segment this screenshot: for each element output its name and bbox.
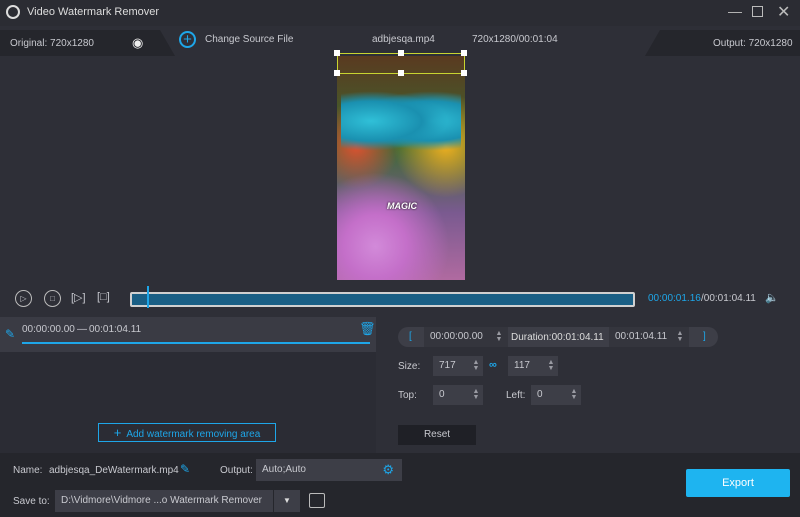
save-path-value: D:\Vidmore\Vidmore ...o Watermark Remove…	[61, 495, 262, 506]
output-resolution: Output: 720x1280	[713, 38, 793, 49]
left-stepper[interactable]: ▲ ▼	[569, 388, 579, 401]
segment-item[interactable]: ✎ 00:00:00.00 — 00:01:04.11 🗑	[0, 317, 376, 352]
left-label: Left:	[506, 390, 526, 401]
reset-button[interactable]: Reset	[398, 425, 476, 445]
add-source-icon[interactable]: +	[179, 31, 196, 48]
source-filename: adbjesqa.mp4	[372, 34, 435, 45]
delete-segment-icon[interactable]: 🗑	[359, 321, 376, 337]
start-time-stepper[interactable]: ▲ ▼	[494, 330, 504, 343]
source-meta: 720x1280/00:01:04	[472, 34, 558, 45]
hide-preview-eye-icon[interactable]: ◉	[132, 35, 143, 51]
volume-icon[interactable]: 🔈	[765, 291, 779, 304]
resize-handle[interactable]	[461, 50, 467, 56]
start-time-value: 00:00:00.00	[430, 331, 483, 342]
resize-handle[interactable]	[334, 50, 340, 56]
start-time-field[interactable]: 00:00:00.00 ▲ ▼	[424, 327, 508, 347]
save-to-label: Save to:	[13, 496, 50, 507]
name-label: Name:	[13, 465, 43, 476]
settings-gear-icon[interactable]: ⚙	[382, 459, 394, 481]
segment-sep: —	[77, 324, 87, 335]
height-field[interactable]: 117 ▲ ▼	[508, 356, 558, 376]
left-value: 0	[537, 389, 543, 400]
change-source-file-button[interactable]: Change Source File	[205, 34, 293, 45]
resize-handle[interactable]	[398, 70, 404, 76]
current-time: 00:00:01.16	[648, 293, 701, 304]
export-button[interactable]: Export	[686, 469, 790, 497]
height-stepper[interactable]: ▲ ▼	[546, 359, 556, 372]
left-field[interactable]: 0 ▲ ▼	[531, 385, 581, 405]
add-watermark-area-button[interactable]: + Add watermark removing area	[98, 423, 276, 442]
width-stepper[interactable]: ▲ ▼	[471, 359, 481, 372]
link-ratio-icon[interactable]: ∞	[489, 359, 497, 371]
output-format-value: Auto;Auto	[262, 464, 306, 475]
video-overlay-text: MAGIC	[387, 201, 417, 211]
duration-text: Duration:00:01:04.11	[511, 332, 604, 343]
height-value: 117	[514, 360, 530, 371]
set-end-button[interactable]: ]	[703, 331, 706, 342]
save-path-field[interactable]: D:\Vidmore\Vidmore ...o Watermark Remove…	[55, 490, 273, 512]
resize-handle[interactable]	[461, 70, 467, 76]
save-path-dropdown-button[interactable]: ▼	[274, 490, 300, 512]
snapshot-button[interactable]: [□]	[97, 291, 110, 303]
top-stepper[interactable]: ▲ ▼	[471, 388, 481, 401]
end-time-field[interactable]: 00:01:04.11 ▲ ▼	[609, 327, 689, 347]
set-start-button[interactable]: [	[409, 331, 412, 342]
edit-name-icon[interactable]: ✎	[180, 462, 190, 476]
end-time-stepper[interactable]: ▲ ▼	[675, 330, 685, 343]
maximize-button[interactable]	[752, 6, 763, 17]
segment-bar	[22, 342, 370, 344]
video-preview: MAGIC	[337, 56, 465, 280]
playhead[interactable]	[147, 286, 150, 308]
top-label: Top:	[398, 390, 417, 401]
plus-icon: +	[113, 425, 122, 440]
top-field[interactable]: 0 ▲ ▼	[433, 385, 483, 405]
total-time: /00:01:04.11	[701, 293, 756, 304]
app-logo-icon	[6, 5, 20, 19]
close-button[interactable]: ✕	[777, 2, 790, 22]
segment-start: 00:00:00.00	[22, 324, 75, 335]
butterfly-image	[341, 86, 461, 156]
play-button[interactable]: ▷	[15, 290, 32, 307]
output-format-field[interactable]: Auto;Auto ⚙	[256, 459, 402, 481]
top-value: 0	[439, 389, 445, 400]
add-area-label: Add watermark removing area	[126, 429, 261, 440]
timeline-track[interactable]	[130, 292, 635, 307]
width-value: 717	[439, 360, 456, 371]
brush-icon: ✎	[5, 327, 16, 341]
title-bar: Video Watermark Remover — ✕	[0, 0, 800, 26]
resize-handle[interactable]	[398, 50, 404, 56]
next-frame-button[interactable]: [▷]	[71, 291, 86, 304]
app-title: Video Watermark Remover	[27, 6, 160, 18]
end-time-value: 00:01:04.11	[615, 331, 668, 342]
resize-handle[interactable]	[334, 70, 340, 76]
output-label: Output:	[220, 465, 253, 476]
watermark-selection-box[interactable]	[334, 50, 467, 76]
stop-button[interactable]: □	[44, 290, 61, 307]
segment-end: 00:01:04.11	[89, 324, 142, 335]
original-resolution: Original: 720x1280	[10, 38, 94, 49]
size-label: Size:	[398, 361, 421, 372]
minimize-button[interactable]: —	[728, 3, 742, 19]
output-filename: adbjesqa_DeWatermark.mp4	[49, 465, 179, 476]
open-folder-icon[interactable]	[309, 493, 325, 508]
width-field[interactable]: 717 ▲ ▼	[433, 356, 483, 376]
